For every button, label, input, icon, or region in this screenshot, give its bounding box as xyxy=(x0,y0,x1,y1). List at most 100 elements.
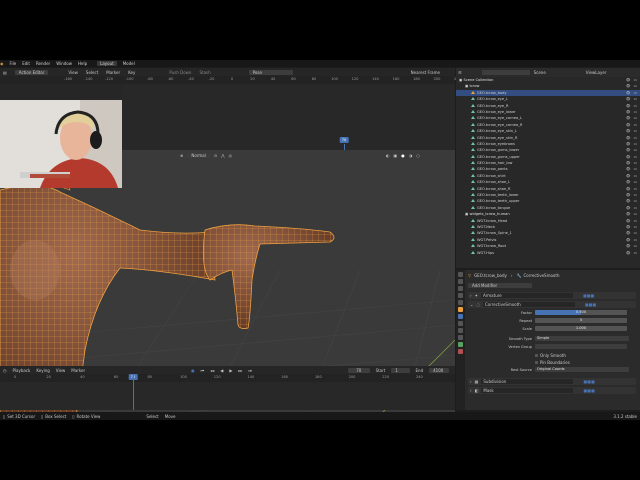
start-frame-field[interactable]: 1 xyxy=(391,367,410,373)
blender-logo-icon[interactable]: ◉ xyxy=(0,61,4,66)
timeline-menu-keying[interactable]: Keying xyxy=(36,368,49,373)
editor-type-icon[interactable]: ▤ xyxy=(3,70,7,75)
shading-material-icon[interactable]: ◑ xyxy=(409,153,413,158)
play-reverse-button[interactable]: ◀ xyxy=(220,368,223,373)
modifier-subdivision[interactable]: › ▦ Subdivision ■■■ xyxy=(468,378,636,385)
menu-help[interactable]: Help xyxy=(78,61,87,66)
menu-file[interactable]: File xyxy=(10,61,17,66)
shading-normal-select[interactable]: Normal xyxy=(187,153,210,158)
object-tab-icon[interactable] xyxy=(458,307,463,312)
prev-key-button[interactable]: ◂◂ xyxy=(210,368,214,373)
jump-end-button[interactable]: ⏭ xyxy=(248,368,252,373)
stash-button[interactable]: Stash xyxy=(199,70,210,75)
timeline-menu-view[interactable]: View xyxy=(56,368,66,373)
modifier-tab-icon[interactable] xyxy=(458,314,463,319)
blender-window: ◉ File Edit Render Window Help Layout Mo… xyxy=(0,60,640,420)
particles-tab-icon[interactable] xyxy=(458,321,463,326)
modifier-subdivision-name[interactable]: Subdivision xyxy=(481,379,574,384)
current-frame-field[interactable]: 70 xyxy=(348,367,370,373)
push-down-button[interactable]: Push Down xyxy=(169,70,191,75)
record-button[interactable]: ● xyxy=(191,368,195,373)
expand-chevron-icon[interactable]: › xyxy=(470,293,472,298)
material-tab-icon[interactable] xyxy=(458,349,463,354)
ruler-tick-label: 160 xyxy=(392,77,400,81)
properties-active-modifier: CorrectiveSmooth xyxy=(523,273,560,278)
modifier-toggle-icons[interactable]: ■■■ xyxy=(583,388,594,393)
modifier-toggle-icons[interactable]: ■■■ xyxy=(585,302,596,307)
expand-chevron-icon[interactable]: › xyxy=(470,388,472,393)
render-tab-icon[interactable] xyxy=(458,279,463,284)
mesh-object-icon xyxy=(471,186,475,190)
menu-window[interactable]: Window xyxy=(56,61,72,66)
dopesheet-menu-key[interactable]: Key xyxy=(128,70,135,75)
scale-field[interactable]: 1.000 xyxy=(535,326,627,331)
action-selector[interactable]: Pose xyxy=(248,69,293,75)
dopesheet-menu-marker[interactable]: Marker xyxy=(106,70,120,75)
snap-icon[interactable]: ⋀ xyxy=(221,153,224,158)
properties-tabs xyxy=(456,270,465,410)
next-key-button[interactable]: ▸▸ xyxy=(238,368,242,373)
workspace-tab-layout[interactable]: Layout xyxy=(97,61,117,66)
pin-boundaries-checkbox[interactable] xyxy=(535,361,538,364)
modifier-armature-name[interactable]: Armature xyxy=(480,293,573,298)
collapse-chevron-icon[interactable]: ⌄ xyxy=(470,302,473,307)
mesh-object-icon xyxy=(471,244,475,248)
scene-tab-icon[interactable] xyxy=(458,293,463,298)
rest-source-select[interactable]: Original Coords xyxy=(535,367,629,372)
scene-select[interactable]: Scene xyxy=(534,70,546,75)
outliner-search-input[interactable] xyxy=(481,70,530,75)
repeat-field[interactable]: 5 xyxy=(535,318,627,323)
version-label: 3.1.2 stable xyxy=(613,413,637,419)
mesh-object-icon xyxy=(471,154,475,158)
pivot-icon[interactable]: ⊙ xyxy=(214,153,217,158)
tool-tab-icon[interactable] xyxy=(458,272,463,277)
snap-mode-select[interactable]: Nearest Frame xyxy=(411,70,440,75)
modifier-toggle-icons[interactable]: ■■■ xyxy=(583,379,594,384)
timeline-menu-playback[interactable]: Playback xyxy=(13,368,31,373)
only-smooth-option[interactable]: Only Smooth xyxy=(535,353,566,358)
modifier-toggle-icons[interactable]: ■■■ xyxy=(583,293,594,298)
workspace-tab-model[interactable]: Model xyxy=(123,61,135,66)
timeline-editor-icon[interactable]: ◷ xyxy=(3,368,7,373)
shading-solid-icon[interactable]: ● xyxy=(401,153,405,158)
only-smooth-checkbox[interactable] xyxy=(535,354,538,357)
outliner-item[interactable]: WGT.Hips 👁 ▭ xyxy=(456,250,640,256)
shading-rendered-icon[interactable]: ○ xyxy=(416,153,420,158)
add-modifier-button[interactable]: Add Modifier xyxy=(468,283,532,288)
output-tab-icon[interactable] xyxy=(458,286,463,291)
overlays-icon[interactable]: ◐ xyxy=(386,153,390,158)
timeline-menu-marker[interactable]: Marker xyxy=(71,368,85,373)
proportional-icon[interactable]: ◎ xyxy=(228,153,232,158)
view-layer-select[interactable]: ViewLayer xyxy=(586,70,607,75)
modifier-corrective-smooth-name[interactable]: CorrectiveSmooth xyxy=(482,302,575,307)
ruler-tick-label: -80 xyxy=(147,77,153,81)
modifier-armature[interactable]: › ✦ Armature ■■■ xyxy=(468,292,636,299)
dopesheet-current-frame[interactable]: 70 xyxy=(339,137,349,143)
modifier-mask[interactable]: › ◧ Mask ■■■ xyxy=(468,387,636,394)
pin-boundaries-option[interactable]: Pin Boundaries xyxy=(535,360,570,365)
play-button[interactable]: ▶ xyxy=(229,368,232,373)
dopesheet-menu-select[interactable]: Select xyxy=(86,70,98,75)
dopesheet-mode-select[interactable]: Action Editor xyxy=(14,69,49,75)
xray-icon[interactable]: ▣ xyxy=(393,153,397,158)
physics-tab-icon[interactable] xyxy=(458,328,463,333)
menu-edit[interactable]: Edit xyxy=(22,61,30,66)
timeline-area[interactable] xyxy=(0,382,455,410)
factor-field[interactable]: 0.500 xyxy=(535,310,627,315)
end-frame-field[interactable]: 4100 xyxy=(429,367,449,373)
transform-orientation-icon[interactable]: ⊕ xyxy=(180,153,183,158)
visibility-toggle-icon[interactable]: 👁 ▭ xyxy=(626,250,638,256)
jump-start-button[interactable]: ⏮ xyxy=(201,368,205,373)
dopesheet-channel-area[interactable] xyxy=(122,84,455,150)
expand-chevron-icon[interactable]: › xyxy=(470,379,472,384)
world-tab-icon[interactable] xyxy=(458,300,463,305)
smooth-type-select[interactable]: Simple xyxy=(535,336,629,341)
vertex-group-field[interactable] xyxy=(535,344,627,349)
dopesheet-menu-view[interactable]: View xyxy=(68,70,78,75)
modifier-corrective-smooth[interactable]: ⌄ ◌ CorrectiveSmooth ■■■ xyxy=(468,301,636,308)
menu-render[interactable]: Render xyxy=(36,61,50,66)
constraints-tab-icon[interactable] xyxy=(458,335,463,340)
modifier-mask-name[interactable]: Mask xyxy=(481,388,574,393)
data-tab-icon[interactable] xyxy=(458,342,463,347)
outliner-editor-icon[interactable]: ☰ xyxy=(458,70,462,75)
